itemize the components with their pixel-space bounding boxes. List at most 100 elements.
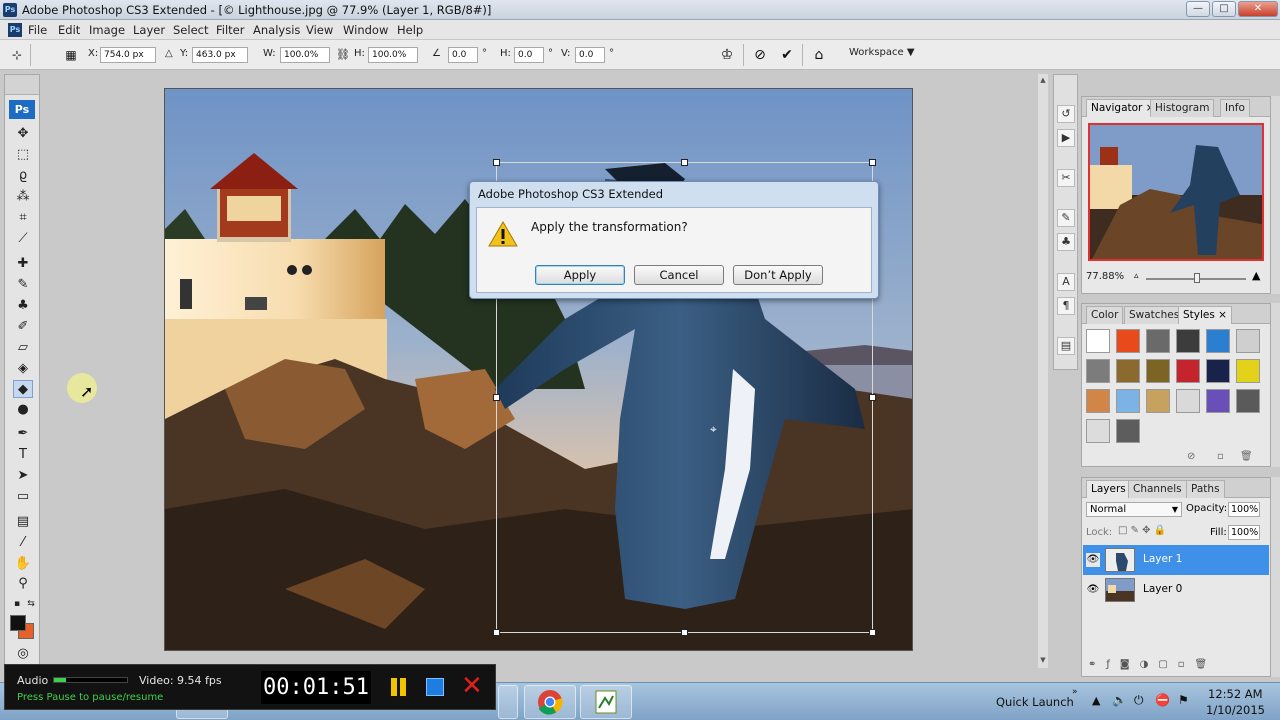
clone-stamp-icon[interactable]: ♣ [13,297,33,315]
character-icon[interactable]: A [1057,273,1075,291]
tool-preset-icon[interactable]: ⊹ [8,46,26,64]
photoshop-logo[interactable]: Ps [9,100,35,119]
bridge-icon[interactable]: ⌂ [810,46,828,64]
clock-time[interactable]: 12:52 AM [1208,687,1263,701]
commit-transform-icon[interactable]: ✔ [778,46,796,64]
cancel-transform-icon[interactable]: ⊘ [751,46,769,64]
new-style-icon[interactable]: ▫ [1217,451,1224,462]
close-window-button[interactable]: ✕ [1238,1,1278,17]
scroll-up-icon[interactable]: ▲ [1039,76,1047,84]
eye-icon[interactable]: 👁 [1086,553,1100,567]
menu-help[interactable]: Help [397,23,423,37]
tab-color[interactable]: Color [1086,306,1124,324]
move-tool-icon[interactable]: ✥ [13,125,33,143]
shape-tool-icon[interactable]: ▭ [13,488,33,506]
menu-file[interactable]: File [28,23,47,37]
document-scrollbar[interactable]: ▲ ▼ [1038,74,1048,668]
layer-row-layer-0[interactable]: 👁 Layer 0 [1083,575,1269,605]
layer-name[interactable]: Layer 0 [1143,583,1182,595]
warp-mode-icon[interactable]: ♔ [718,46,736,64]
transform-handle[interactable] [869,159,876,166]
chevron-icon[interactable]: » [1072,687,1078,697]
style-swatch[interactable] [1116,389,1140,413]
tab-channels[interactable]: Channels [1128,480,1187,498]
style-swatch[interactable] [1086,419,1110,443]
foreground-color-swatch[interactable] [10,615,26,631]
transform-handle[interactable] [493,629,500,636]
clock-date[interactable]: 1/10/2015 [1206,703,1265,717]
cancel-button[interactable]: Cancel [634,265,724,285]
dont-apply-button[interactable]: Don’t Apply [733,265,823,285]
spreadsheet-taskbar-button[interactable] [580,685,632,719]
maximize-button[interactable]: □ [1212,1,1236,17]
style-swatch[interactable] [1206,329,1230,353]
slice-tool-icon[interactable]: ⟋ [13,230,33,248]
trash-icon[interactable]: 🗑 [1240,451,1253,462]
style-swatch[interactable] [1236,389,1260,413]
styles-scrollbar[interactable] [1271,303,1280,467]
zoom-out-icon[interactable]: ▵ [1134,271,1139,281]
x-position-field[interactable]: 754.0 px [100,47,156,63]
menu-select[interactable]: Select [173,23,208,37]
vskew-field[interactable]: 0.0 [575,47,605,63]
width-field[interactable]: 100.0% [280,47,330,63]
link-icon[interactable]: ⛓ [334,46,352,64]
style-swatch[interactable] [1146,359,1170,383]
layers-footer-icons[interactable]: ⚭ƒ◙◑▢▫🗑 [1088,659,1217,670]
style-swatch[interactable] [1086,389,1110,413]
eyedropper-tool-icon[interactable]: ⁄ [13,534,33,552]
tray-arrow-icon[interactable]: ▲ [1092,694,1100,707]
lock-icons[interactable]: □ ✎ ✥ 🔒 [1118,525,1166,536]
healing-brush-icon[interactable]: ✚ [13,255,33,273]
style-swatch[interactable] [1116,419,1140,443]
chrome-taskbar-button[interactable] [524,685,576,719]
paragraph-icon[interactable]: ¶ [1057,297,1075,315]
magic-wand-icon[interactable]: ⁂ [13,188,33,206]
network-icon[interactable]: ⛔ [1155,693,1170,707]
style-swatch[interactable] [1086,359,1110,383]
transform-handle[interactable] [681,159,688,166]
tab-styles[interactable]: Styles × [1178,306,1232,324]
quick-mask-icon[interactable]: ◎ [13,645,33,663]
hand-tool-icon[interactable]: ✋ [13,555,33,573]
pause-button[interactable] [389,677,409,697]
clone-source-icon[interactable]: ♣ [1057,233,1075,251]
lasso-tool-icon[interactable]: ϱ [13,167,33,185]
blur-tool-icon[interactable]: ◆ [13,380,33,398]
tool-presets-icon[interactable]: ✂ [1057,169,1075,187]
notes-tool-icon[interactable]: ▤ [13,513,33,531]
history-icon[interactable]: ↺ [1057,105,1075,123]
quick-launch-label[interactable]: Quick Launch [996,695,1074,709]
style-swatch[interactable] [1236,329,1260,353]
transform-handle[interactable] [493,394,500,401]
style-swatch[interactable] [1206,359,1230,383]
y-position-field[interactable]: 463.0 px [192,47,248,63]
marquee-tool-icon[interactable]: ⬚ [13,146,33,164]
volume-icon[interactable]: 🔈 [1112,693,1127,707]
history-brush-icon[interactable]: ✐ [13,318,33,336]
reference-point-icon[interactable]: ▦ [62,46,80,64]
menu-edit[interactable]: Edit [58,23,80,37]
menu-analysis[interactable]: Analysis [253,23,300,37]
layer-comps-icon[interactable]: ▤ [1057,337,1075,355]
menu-image[interactable]: Image [89,23,125,37]
eye-icon[interactable]: 👁 [1086,583,1100,597]
eraser-tool-icon[interactable]: ▱ [13,339,33,357]
toolbox-header[interactable] [5,75,39,95]
menu-layer[interactable]: Layer [133,23,165,37]
transform-handle[interactable] [869,629,876,636]
brush-tool-icon[interactable]: ✎ [13,276,33,294]
style-swatch[interactable] [1176,359,1200,383]
cancel-recording-button[interactable]: ✕ [461,672,483,700]
dodge-tool-icon[interactable]: ● [13,401,33,419]
apply-button[interactable]: Apply [535,265,625,285]
transform-handle[interactable] [493,159,500,166]
height-field[interactable]: 100.0% [368,47,418,63]
hskew-field[interactable]: 0.0 [514,47,544,63]
type-tool-icon[interactable]: T [13,446,33,464]
menu-window[interactable]: Window [343,23,388,37]
paint-bucket-icon[interactable]: ◈ [13,360,33,378]
style-swatch[interactable] [1146,329,1170,353]
tab-histogram[interactable]: Histogram [1150,99,1215,117]
zoom-tool-icon[interactable]: ⚲ [13,575,33,593]
